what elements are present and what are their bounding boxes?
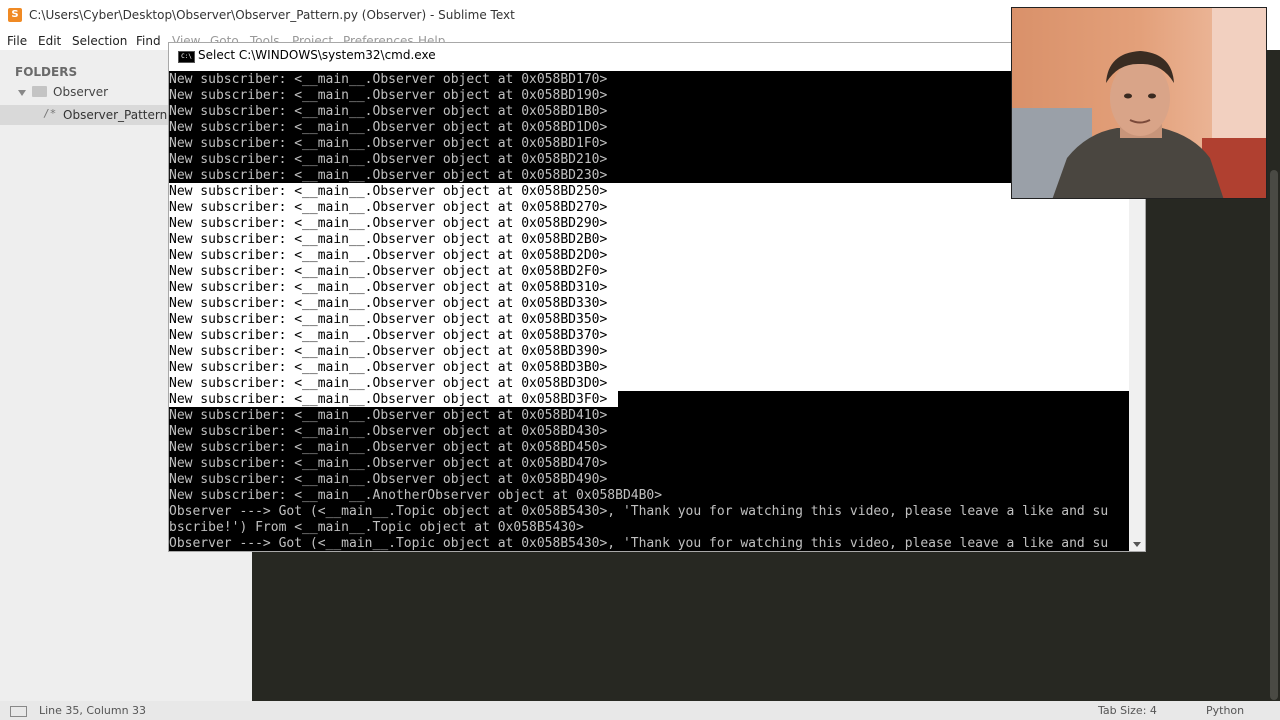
console-line: bscribe!') From <__main__.Topic object a… [169, 520, 584, 535]
console-line: New subscriber: <__main__.Observer objec… [169, 120, 608, 135]
cmd-title: Select C:\WINDOWS\system32\cmd.exe [198, 48, 436, 62]
scroll-down-arrow-icon[interactable] [1133, 542, 1141, 547]
console-line: New subscriber: <__main__.Observer objec… [169, 440, 608, 455]
console-line: New subscriber: <__main__.Observer objec… [169, 312, 608, 327]
console-line: New subscriber: <__main__.Observer objec… [169, 344, 608, 359]
console-line: New subscriber: <__main__.Observer objec… [169, 392, 608, 407]
console-line: New subscriber: <__main__.Observer objec… [169, 200, 608, 215]
console-line: New subscriber: <__main__.Observer objec… [169, 328, 608, 343]
menu-edit[interactable]: Edit [38, 34, 61, 48]
sublime-app-icon: S [8, 8, 22, 22]
folders-header: FOLDERS [15, 65, 78, 79]
tab-size[interactable]: Tab Size: 4 [1098, 704, 1157, 717]
console-line: New subscriber: <__main__.Observer objec… [169, 248, 608, 263]
console-line: New subscriber: <__main__.Observer objec… [169, 280, 608, 295]
status-bar: Line 35, Column 33 Tab Size: 4 Python [0, 701, 1280, 720]
console-line: New subscriber: <__main__.Observer objec… [169, 152, 608, 167]
syntax-selector[interactable]: Python [1206, 704, 1244, 717]
console-line: New subscriber: <__main__.Observer objec… [169, 456, 608, 471]
cmd-console[interactable]: New subscriber: <__main__.Observer objec… [169, 71, 1129, 551]
console-line: New subscriber: <__main__.Observer objec… [169, 264, 608, 279]
webcam-video-icon [1012, 8, 1266, 198]
console-line: New subscriber: <__main__.Observer objec… [169, 232, 608, 247]
console-line: Observer ---> Got (<__main__.Topic objec… [169, 504, 1109, 519]
console-line: New subscriber: <__main__.Observer objec… [169, 360, 608, 375]
expand-triangle-icon[interactable] [18, 89, 26, 96]
console-line: New subscriber: <__main__.Observer objec… [169, 408, 608, 423]
console-line: New subscriber: <__main__.Observer objec… [169, 216, 608, 231]
console-line: New subscriber: <__main__.Observer objec… [169, 184, 608, 199]
menu-selection[interactable]: Selection [72, 34, 127, 48]
webcam-overlay [1011, 7, 1267, 199]
console-line: New subscriber: <__main__.Observer objec… [169, 376, 608, 391]
console-line: New subscriber: <__main__.Observer objec… [169, 424, 608, 439]
console-line: New subscriber: <__main__.Observer objec… [169, 88, 608, 103]
console-line: New subscriber: <__main__.Observer objec… [169, 72, 608, 87]
console-line: New subscriber: <__main__.Observer objec… [169, 296, 608, 311]
folder-observer[interactable]: Observer [18, 85, 108, 103]
console-line: Observer ---> Got (<__main__.Topic objec… [169, 536, 1109, 551]
console-line: New subscriber: <__main__.Observer objec… [169, 168, 608, 183]
cursor-position: Line 35, Column 33 [39, 704, 147, 717]
folder-label: Observer [53, 85, 109, 99]
folder-icon [32, 86, 47, 97]
console-line: New subscriber: <__main__.Observer objec… [169, 472, 608, 487]
menu-find[interactable]: Find [136, 34, 161, 48]
console-line: New subscriber: <__main__.AnotherObserve… [169, 488, 663, 503]
editor-scrollbar-thumb[interactable] [1270, 170, 1278, 700]
cmd-icon: C:\ [178, 51, 195, 63]
console-line: New subscriber: <__main__.Observer objec… [169, 104, 608, 119]
window-title: C:\Users\Cyber\Desktop\Observer\Observer… [29, 8, 515, 22]
menu-file[interactable]: File [7, 34, 27, 48]
python-file-icon: /* [43, 107, 57, 120]
console-line: New subscriber: <__main__.Observer objec… [169, 136, 608, 151]
panel-toggle-icon[interactable] [10, 706, 27, 717]
